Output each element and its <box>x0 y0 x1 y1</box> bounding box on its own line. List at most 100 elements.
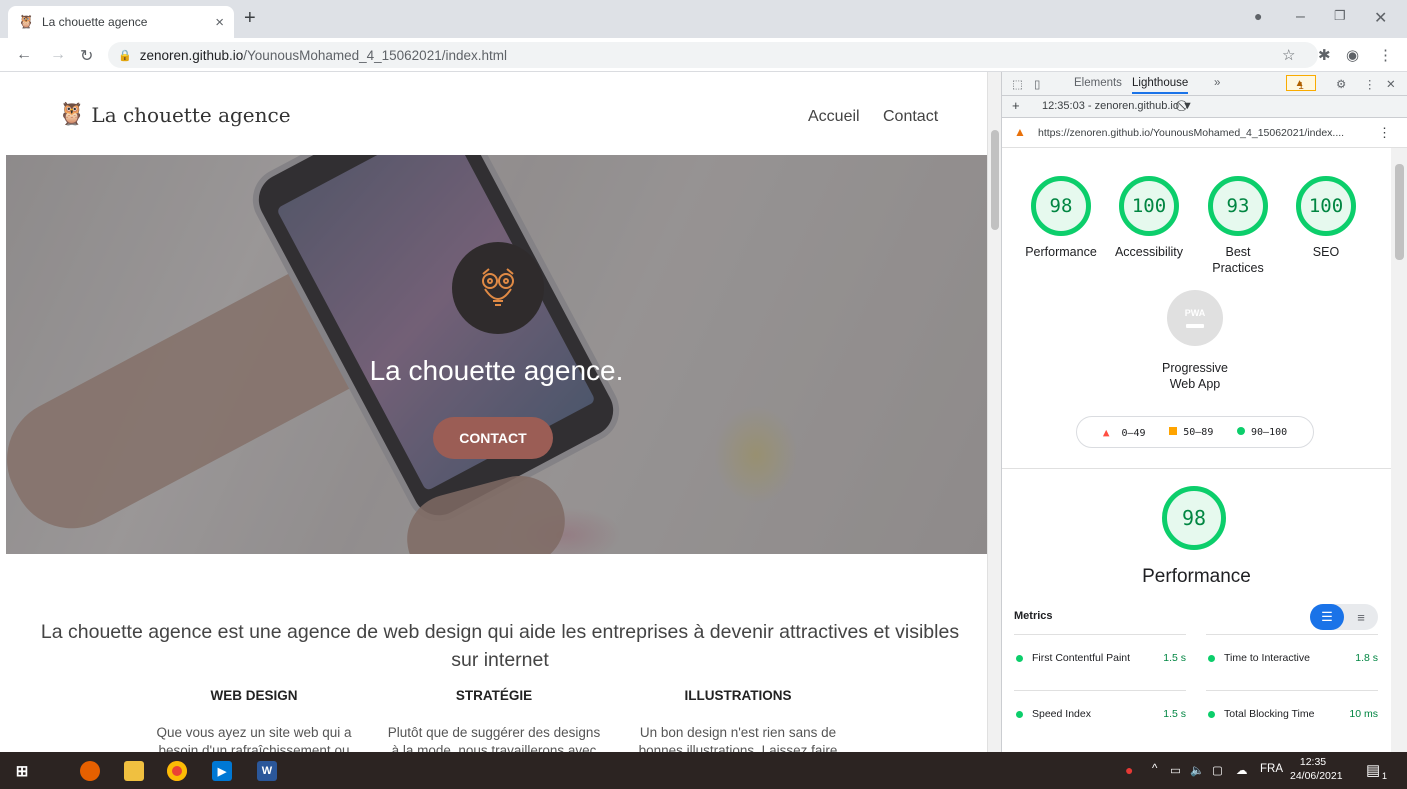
intro-text: La chouette agence est une agence de web… <box>40 621 960 671</box>
pwa-label: Progressive Web App <box>1162 361 1228 391</box>
more-tabs-icon[interactable]: » <box>1214 77 1220 89</box>
chrome-icon[interactable] <box>167 761 187 781</box>
account-avatar-icon[interactable]: ◉ <box>1346 46 1359 64</box>
score-gauge-performance[interactable]: 98 <box>1031 176 1091 236</box>
windows-start-icon[interactable]: ⊞ <box>12 761 32 781</box>
metric-total-blocking-time[interactable]: Total Blocking Time 10 ms <box>1206 690 1378 746</box>
word-icon[interactable]: W <box>257 761 277 781</box>
section-divider <box>1002 468 1391 469</box>
inspect-element-icon[interactable]: ⬚ <box>1012 77 1023 91</box>
metric-name: Total Blocking Time <box>1224 708 1315 720</box>
language-indicator[interactable]: FRA <box>1260 763 1283 775</box>
profile-menu-icon[interactable]: ● <box>1254 8 1262 24</box>
battery-icon[interactable]: ▭ <box>1170 763 1181 777</box>
metrics-view-toggle[interactable]: ☰ ≡ <box>1310 604 1378 630</box>
lighthouse-scrollbar-thumb[interactable] <box>1395 164 1404 260</box>
score-legend: ▲ 0–49 50–89 90–100 <box>1076 416 1314 448</box>
report-menu-icon[interactable]: ⋮ <box>1378 125 1391 141</box>
url-host: zenoren.github.io <box>139 47 244 63</box>
volume-icon[interactable]: 🔈 <box>1190 763 1204 777</box>
metric-first-contentful-paint[interactable]: First Contentful Paint 1.5 s <box>1014 634 1186 690</box>
browser-toolbar: ← → ↻ 🔒 zenoren.github.io/YounousMohamed… <box>0 38 1407 72</box>
lighthouse-report-url[interactable]: https://zenoren.github.io/YounousMohamed… <box>1038 127 1344 139</box>
metric-value: 1.5 s <box>1163 708 1186 720</box>
media-player-icon[interactable]: ▶ <box>212 761 232 781</box>
score-gauge-best-practices[interactable]: 93 <box>1208 176 1268 236</box>
metric-time-to-interactive[interactable]: Time to Interactive 1.8 s <box>1206 634 1378 690</box>
score-label-accessibility: Accessibility <box>1114 245 1184 259</box>
nav-link-accueil[interactable]: Accueil <box>808 108 860 126</box>
site-logo[interactable]: 🦉 La chouette agence <box>58 102 291 127</box>
new-report-plus-icon[interactable]: + <box>1012 98 1020 113</box>
fail-triangle-icon: ▲ <box>1102 425 1110 439</box>
tab-lighthouse[interactable]: Lighthouse <box>1132 77 1189 94</box>
hero-banner: La chouette agence. CONTACT <box>6 155 987 554</box>
metric-name: Speed Index <box>1032 708 1091 720</box>
expanded-view-icon[interactable]: ≡ <box>1344 604 1378 630</box>
antivirus-tray-icon[interactable]: ● <box>1125 762 1133 778</box>
clock-time: 12:35 <box>1299 756 1327 768</box>
column-title-web-design: WEB DESIGN <box>210 688 298 703</box>
legend-fail-range: 0–49 <box>1121 427 1146 439</box>
cloud-icon[interactable]: ☁ <box>1236 763 1248 777</box>
firefox-icon[interactable] <box>80 761 100 781</box>
hero-title: La chouette agence. <box>369 355 624 386</box>
new-tab-button[interactable]: + <box>244 8 256 28</box>
clock-date: 24/06/2021 <box>1290 770 1343 782</box>
devtools-settings-gear-icon[interactable]: ⚙ <box>1336 77 1346 91</box>
pass-circle-icon <box>1016 655 1023 662</box>
report-selector[interactable]: 12:35:03 - zenoren.github.io ▼ <box>1042 100 1193 112</box>
lighthouse-scrollbar[interactable] <box>1391 148 1407 752</box>
compact-view-icon[interactable]: ☰ <box>1310 604 1344 630</box>
tab-elements[interactable]: Elements <box>1074 77 1122 89</box>
legend-average-range: 50–89 <box>1183 426 1214 438</box>
pwa-badge-icon[interactable]: PWA <box>1167 290 1223 346</box>
score-gauge-seo[interactable]: 100 <box>1296 176 1356 236</box>
lighthouse-logo-icon: ▲ <box>1014 125 1026 139</box>
lock-icon: 🔒 <box>118 49 132 62</box>
extensions-puzzle-icon[interactable]: ✱ <box>1318 46 1331 64</box>
tray-expand-icon[interactable]: ^ <box>1152 763 1157 775</box>
pass-circle-icon <box>1208 655 1215 662</box>
browser-menu-icon[interactable]: ⋮ <box>1378 46 1393 64</box>
owl-logo-icon: 🦉 <box>58 102 86 127</box>
restore-icon[interactable]: ❐ <box>1334 8 1346 24</box>
device-toolbar-icon[interactable]: ▯ <box>1034 77 1040 91</box>
minimize-icon[interactable]: – <box>1296 8 1305 26</box>
address-bar[interactable]: 🔒 zenoren.github.io/YounousMohamed_4_150… <box>108 42 1318 68</box>
page-scrollbar[interactable] <box>987 72 1001 752</box>
taskbar-clock[interactable]: 12:35 24/06/2021 <box>1290 755 1343 783</box>
pwa-badge-text: PWA <box>1184 308 1206 318</box>
page-scrollbar-thumb[interactable] <box>991 130 999 230</box>
metric-speed-index[interactable]: Speed Index 1.5 s <box>1014 690 1186 746</box>
forward-arrow-icon[interactable]: → <box>50 46 66 64</box>
network-icon[interactable]: ▢ <box>1212 763 1223 777</box>
warnings-badge[interactable]: ▲ 1 <box>1286 75 1316 92</box>
hero-contact-button[interactable]: CONTACT <box>433 417 553 459</box>
devtools-close-icon[interactable]: ✕ <box>1386 77 1396 91</box>
browser-tab[interactable]: 🦉 La chouette agence × <box>8 6 234 38</box>
pass-circle-icon <box>1016 711 1023 718</box>
nav-link-contact[interactable]: Contact <box>883 108 938 126</box>
metric-value: 10 ms <box>1349 708 1378 720</box>
notification-count: 1 <box>1382 771 1388 781</box>
score-label-seo: SEO <box>1312 245 1340 259</box>
file-explorer-icon[interactable] <box>124 761 144 781</box>
column-title-strategie: STRATÉGIE <box>455 688 533 703</box>
back-arrow-icon[interactable]: ← <box>16 46 32 64</box>
reload-icon[interactable]: ↻ <box>80 46 93 66</box>
tab-close-icon[interactable]: × <box>215 14 224 31</box>
devtools-menu-icon[interactable]: ⋮ <box>1364 77 1376 91</box>
bookmark-star-icon[interactable]: ☆ <box>1282 46 1295 64</box>
legend-fail: ▲ 0–49 <box>1103 426 1146 439</box>
pass-circle-icon <box>1208 711 1215 718</box>
notifications-icon[interactable]: ▤ <box>1366 761 1380 779</box>
column-text-web-design: Que vous ayez un site web qui a besoin d… <box>156 725 352 752</box>
legend-pass: 90–100 <box>1237 426 1287 438</box>
owl-favicon-icon: 🦉 <box>18 14 35 29</box>
legend-average: 50–89 <box>1169 426 1214 438</box>
score-gauge-accessibility[interactable]: 100 <box>1119 176 1179 236</box>
web-page-viewport: 🦉 La chouette agence Accueil Contact La … <box>0 72 987 752</box>
window-close-icon[interactable]: ✕ <box>1374 8 1387 28</box>
column-title-illustrations: ILLUSTRATIONS <box>684 688 792 703</box>
